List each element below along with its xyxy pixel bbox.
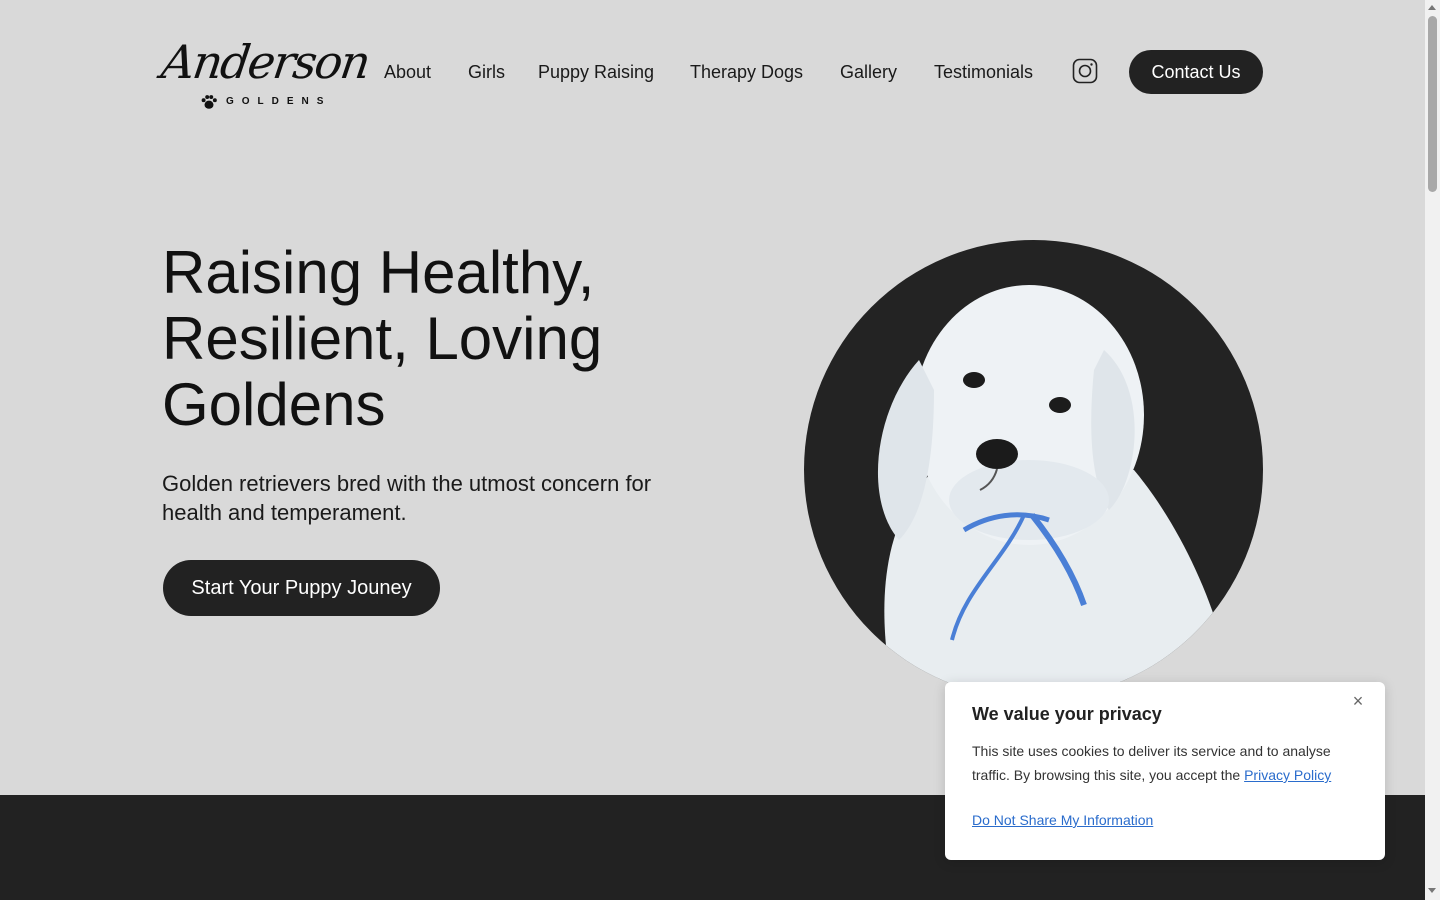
paw-icon: [201, 95, 217, 109]
privacy-title: We value your privacy: [972, 704, 1162, 724]
privacy-text: This site uses cookies to deliver its se…: [972, 739, 1364, 787]
puppy-photo: [804, 240, 1263, 699]
nav-about[interactable]: About: [384, 58, 431, 86]
scroll-down-arrow-icon[interactable]: [1428, 888, 1436, 893]
nav-testimonials[interactable]: Testimonials: [934, 58, 1033, 86]
hero-title: Raising Healthy, Resilient, Loving Golde…: [162, 240, 762, 438]
site-logo[interactable]: Anderson GOLDENS: [158, 30, 372, 114]
puppy-illustration: [877, 285, 1234, 699]
hero-subtitle: Golden retrievers bred with the utmost c…: [162, 471, 652, 525]
hero-title-line-1: Raising Healthy,: [162, 239, 595, 306]
contact-us-button[interactable]: Contact Us: [1129, 50, 1263, 94]
instagram-icon[interactable]: [1072, 58, 1098, 84]
nav-gallery[interactable]: Gallery: [840, 58, 897, 86]
logo-subtitle: GOLDENS: [226, 96, 332, 107]
close-icon[interactable]: ×: [1349, 692, 1367, 710]
privacy-policy-link[interactable]: Privacy Policy: [1244, 767, 1331, 783]
start-puppy-journey-button[interactable]: Start Your Puppy Jouney: [163, 560, 440, 616]
hero-title-line-3: Goldens: [162, 371, 386, 438]
do-not-share-link[interactable]: Do Not Share My Information: [972, 812, 1153, 828]
scrollbar[interactable]: [1425, 0, 1440, 900]
hero-title-line-2: Resilient, Loving: [162, 305, 603, 372]
nav-therapy-dogs[interactable]: Therapy Dogs: [690, 58, 803, 86]
nav-puppy-raising[interactable]: Puppy Raising: [538, 58, 654, 86]
nav-girls[interactable]: Girls: [468, 58, 505, 86]
privacy-dialog: × We value your privacy This site uses c…: [945, 682, 1385, 860]
logo-script-text: Anderson: [158, 35, 373, 89]
scroll-up-arrow-icon[interactable]: [1428, 5, 1436, 10]
scroll-thumb[interactable]: [1428, 16, 1437, 192]
